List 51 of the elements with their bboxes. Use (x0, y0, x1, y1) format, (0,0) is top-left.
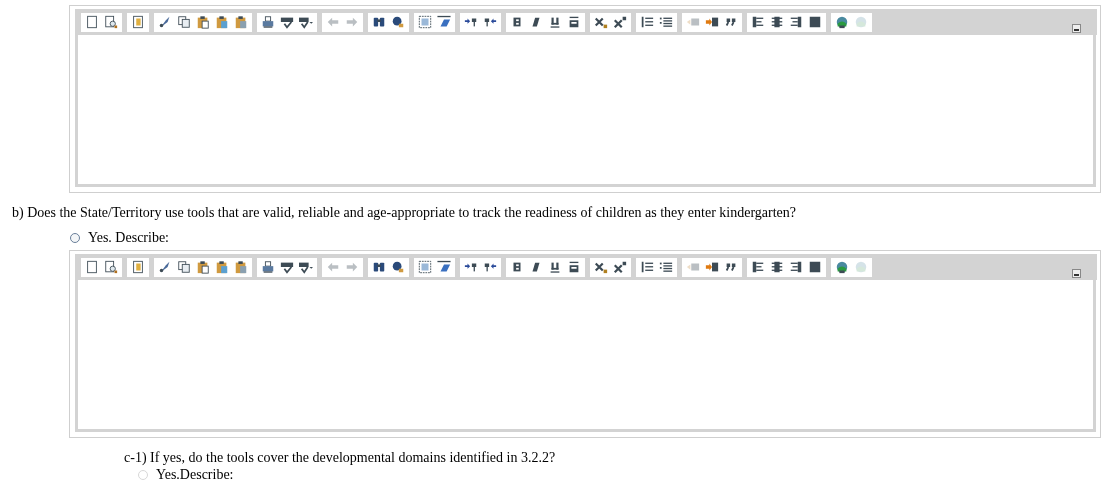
numbered-list-icon[interactable] (640, 260, 654, 274)
document-icon[interactable] (85, 15, 99, 29)
print-icon[interactable] (261, 260, 275, 274)
bullet-list-icon[interactable] (659, 260, 673, 274)
magnifier-page-icon[interactable] (104, 260, 118, 274)
subscript-icon[interactable] (594, 15, 608, 29)
collapse-toggle[interactable] (1072, 269, 1081, 278)
select-all-icon[interactable] (418, 260, 432, 274)
collapse-toggle[interactable] (1072, 24, 1081, 33)
strikethrough-icon[interactable] (567, 260, 581, 274)
align-right-icon[interactable] (789, 15, 803, 29)
binoculars-icon[interactable] (372, 15, 386, 29)
numbered-list-icon[interactable] (640, 15, 654, 29)
spellcheck-icon[interactable] (280, 260, 294, 274)
underline-icon[interactable] (548, 260, 562, 274)
spellcheck-dropdown-icon[interactable] (299, 260, 313, 274)
bullet-list-icon[interactable] (659, 15, 673, 29)
indent-icon[interactable] (705, 15, 719, 29)
copy-icon[interactable] (177, 260, 191, 274)
clipboard-icon[interactable] (196, 260, 210, 274)
align-center-icon[interactable] (770, 15, 784, 29)
align-right-icon[interactable] (789, 260, 803, 274)
clipboard-document-icon[interactable] (234, 260, 248, 274)
select-all-icon[interactable] (418, 15, 432, 29)
spellcheck-dropdown-icon[interactable] (299, 15, 313, 29)
question-text: c-1) If yes, do the tools cover the developmental domains identified in 3.2.2? (124, 450, 557, 466)
strikethrough-icon[interactable] (567, 15, 581, 29)
radio-button[interactable] (70, 233, 80, 243)
question-text: b) Does the State/Territory use tools that are valid, reliable and age-appropriate to track the readiness of children as they enter kindergarten? (12, 205, 797, 221)
copy-icon[interactable] (177, 15, 191, 29)
indent-icon[interactable] (705, 260, 719, 274)
clipboard-icon[interactable] (196, 15, 210, 29)
option-label: Yes.Describe: (156, 467, 234, 481)
underline-icon[interactable] (548, 15, 562, 29)
superscript-icon[interactable] (613, 260, 627, 274)
subscript-icon[interactable] (594, 260, 608, 274)
clipboard-document-icon[interactable] (234, 15, 248, 29)
align-left-icon[interactable] (751, 15, 765, 29)
justify-icon[interactable] (808, 15, 822, 29)
superscript-icon[interactable] (613, 15, 627, 29)
print-icon[interactable] (261, 15, 275, 29)
spellcheck-icon[interactable] (280, 15, 294, 29)
justify-icon[interactable] (808, 260, 822, 274)
binoculars-icon[interactable] (372, 260, 386, 274)
align-center-icon[interactable] (770, 260, 784, 274)
align-left-icon[interactable] (751, 260, 765, 274)
magnifier-page-icon[interactable] (104, 15, 118, 29)
clipboard-text-icon[interactable] (215, 260, 229, 274)
clipboard-text-icon[interactable] (215, 15, 229, 29)
document-icon[interactable] (85, 260, 99, 274)
option-label: Yes. Describe: (88, 230, 169, 246)
